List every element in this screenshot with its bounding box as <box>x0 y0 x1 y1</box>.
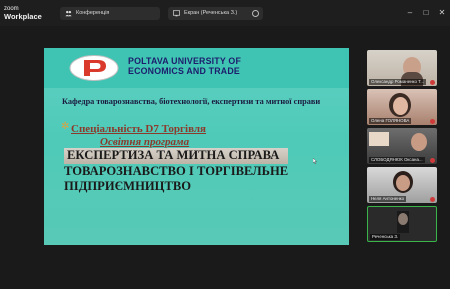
university-emblem-icon <box>69 55 119 81</box>
star-bullet-icon: ✲ <box>61 121 70 132</box>
program-title-line-3: ПІДПРИЄМНИЦТВО <box>64 179 192 193</box>
tab-options-icon[interactable] <box>252 10 259 17</box>
participant-video <box>396 175 410 191</box>
participant-tile[interactable]: Олена ГОЛЯНОВА <box>367 89 437 125</box>
mouse-cursor-icon <box>313 158 317 164</box>
shared-screen-slide: POLTAVA UNIVERSITY OF ECONOMICS AND TRAD… <box>44 48 349 245</box>
muted-mic-icon <box>430 158 435 163</box>
zoom-window: zoom Workplace Конференція Екран (Реченс… <box>0 0 450 289</box>
participant-name: Олена ГОЛЯНОВА <box>369 118 412 124</box>
participant-tile[interactable]: Олександр Романенко Т... <box>367 50 437 86</box>
people-icon <box>65 10 72 17</box>
program-title: ЕКСПЕРТИЗА ТА МИТНА СПРАВА ТОВАРОЗНАВСТВ… <box>64 148 289 195</box>
participant-name: Реченська З. <box>370 234 401 240</box>
participant-name: Неля Антоненко <box>369 196 407 202</box>
participant-tile-active-speaker[interactable]: Реченська З. <box>367 206 437 242</box>
muted-mic-icon <box>430 80 435 85</box>
muted-mic-icon <box>430 119 435 124</box>
maximize-icon[interactable]: □ <box>421 8 431 18</box>
university-name-line-2: ECONOMICS AND TRADE <box>128 65 240 76</box>
background-window <box>369 132 389 146</box>
participant-video <box>398 213 408 225</box>
university-name: POLTAVA UNIVERSITY OF ECONOMICS AND TRAD… <box>128 56 241 76</box>
participant-video <box>393 97 408 115</box>
top-bar: zoom Workplace Конференція Екран (Реченс… <box>0 0 450 26</box>
program-label: Освітня програма <box>100 136 190 148</box>
tab-screen-share[interactable]: Екран (Реченська З.) <box>168 7 263 20</box>
logo-line-2: Workplace <box>4 12 42 21</box>
tab-conference-label: Конференція <box>76 10 110 16</box>
app-logo: zoom Workplace <box>4 6 42 20</box>
minimize-icon[interactable]: – <box>405 8 415 18</box>
department-name: Кафедра товарознавства, біотехнології, е… <box>62 97 321 106</box>
screen-share-icon <box>173 10 180 17</box>
muted-mic-icon <box>430 197 435 202</box>
participant-name: Олександр Романенко Т... <box>369 79 427 85</box>
program-title-line-1: ЕКСПЕРТИЗА ТА МИТНА СПРАВА <box>64 148 289 164</box>
participant-video <box>411 133 427 151</box>
tab-screen-share-label: Екран (Реченська З.) <box>184 10 238 16</box>
close-icon[interactable]: ✕ <box>437 8 447 18</box>
participant-name: СЛОБОДЯНЮК Оксана... <box>369 157 425 163</box>
participant-tile[interactable]: Неля Антоненко <box>367 167 437 203</box>
specialty-label: Спеціальність D7 Торгівля <box>71 123 207 135</box>
participant-tile[interactable]: СЛОБОДЯНЮК Оксана... <box>367 128 437 164</box>
program-title-line-2: ТОВАРОЗНАВСТВО І ТОРГІВЕЛЬНЕ <box>64 163 289 178</box>
tab-conference[interactable]: Конференція <box>60 7 160 20</box>
